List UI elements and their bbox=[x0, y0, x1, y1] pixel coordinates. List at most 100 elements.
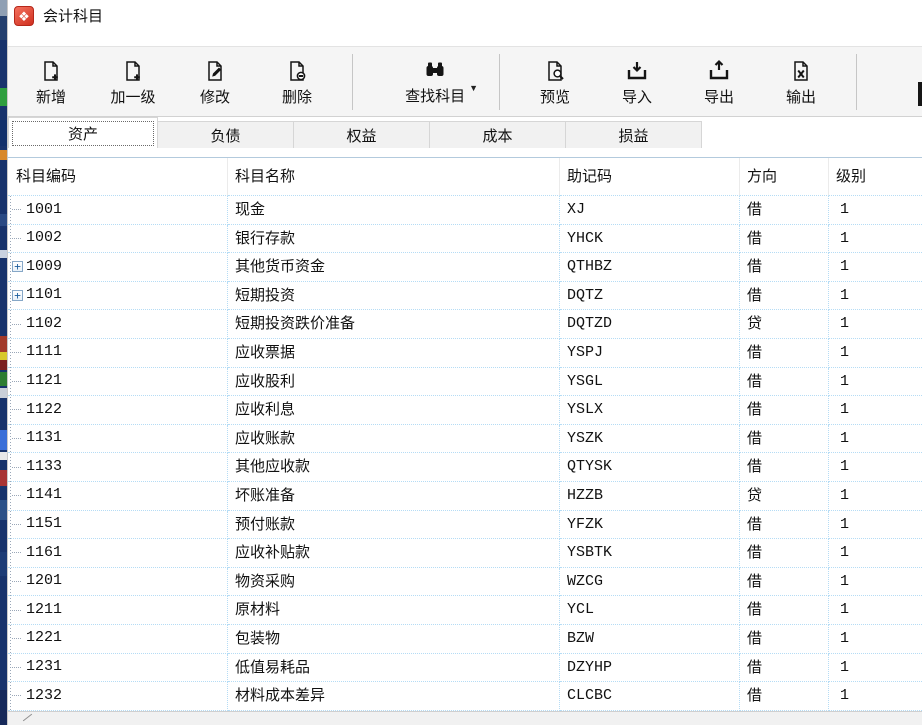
cell-code[interactable]: +1009 bbox=[8, 253, 228, 282]
cell-direction[interactable]: 借 bbox=[740, 625, 829, 654]
column-header-助记码[interactable]: 助记码 bbox=[560, 158, 740, 196]
cell-mnemonic[interactable]: YCL bbox=[560, 596, 740, 625]
cell-direction[interactable]: 借 bbox=[740, 453, 829, 482]
cell-direction[interactable]: 借 bbox=[740, 425, 829, 454]
cell-level[interactable]: 1 bbox=[829, 568, 922, 597]
cell-code[interactable]: 1102 bbox=[8, 310, 228, 339]
cell-mnemonic[interactable]: QTHBZ bbox=[560, 253, 740, 282]
cell-level[interactable]: 1 bbox=[829, 596, 922, 625]
cell-code[interactable]: 1002 bbox=[8, 225, 228, 254]
tab-负债[interactable]: 负债 bbox=[157, 121, 294, 148]
cell-name[interactable]: 短期投资跌价准备 bbox=[228, 310, 560, 339]
cell-name[interactable]: 其他货币资金 bbox=[228, 253, 560, 282]
partial-toolbar-button[interactable] bbox=[918, 82, 922, 106]
table-row[interactable]: 1231低值易耗品DZYHP借1 bbox=[8, 654, 922, 683]
cell-name[interactable]: 原材料 bbox=[228, 596, 560, 625]
expand-icon[interactable]: + bbox=[12, 261, 23, 272]
cell-level[interactable]: 1 bbox=[829, 196, 922, 225]
table-row[interactable]: 1001现金XJ借1 bbox=[8, 196, 922, 225]
export-button[interactable]: 导出 bbox=[678, 51, 760, 113]
table-row[interactable]: 1161应收补贴款YSBTK借1 bbox=[8, 539, 922, 568]
cell-mnemonic[interactable]: YSBTK bbox=[560, 539, 740, 568]
cell-code[interactable]: +1101 bbox=[8, 282, 228, 311]
cell-direction[interactable]: 借 bbox=[740, 568, 829, 597]
cell-code[interactable]: 1221 bbox=[8, 625, 228, 654]
cell-name[interactable]: 其他应收款 bbox=[228, 453, 560, 482]
table-row[interactable]: +1101短期投资DQTZ借1 bbox=[8, 282, 922, 311]
table-row[interactable]: 1221包装物BZW借1 bbox=[8, 625, 922, 654]
cell-name[interactable]: 应收补贴款 bbox=[228, 539, 560, 568]
column-header-科目编码[interactable]: 科目编码 bbox=[8, 158, 228, 196]
table-row[interactable]: 1131应收账款YSZK借1 bbox=[8, 425, 922, 454]
cell-direction[interactable]: 贷 bbox=[740, 482, 829, 511]
cell-level[interactable]: 1 bbox=[829, 425, 922, 454]
cell-code[interactable]: 1231 bbox=[8, 654, 228, 683]
cell-code[interactable]: 1001 bbox=[8, 196, 228, 225]
cell-direction[interactable]: 贷 bbox=[740, 310, 829, 339]
cell-mnemonic[interactable]: CLCBC bbox=[560, 682, 740, 711]
cell-mnemonic[interactable]: QTYSK bbox=[560, 453, 740, 482]
add-level-button[interactable]: 加一级 bbox=[92, 51, 174, 113]
table-row[interactable]: 1232材料成本差异CLCBC借1 bbox=[8, 682, 922, 711]
cell-direction[interactable]: 借 bbox=[740, 282, 829, 311]
cell-code[interactable]: 1131 bbox=[8, 425, 228, 454]
cell-mnemonic[interactable]: YSPJ bbox=[560, 339, 740, 368]
add-button[interactable]: 新增 bbox=[10, 51, 92, 113]
column-header-级别[interactable]: 级别 bbox=[829, 158, 922, 196]
cell-direction[interactable]: 借 bbox=[740, 396, 829, 425]
cell-code[interactable]: 1201 bbox=[8, 568, 228, 597]
cell-mnemonic[interactable]: YSLX bbox=[560, 396, 740, 425]
cell-level[interactable]: 1 bbox=[829, 253, 922, 282]
cell-mnemonic[interactable]: YHCK bbox=[560, 225, 740, 254]
cell-name[interactable]: 应收账款 bbox=[228, 425, 560, 454]
cell-mnemonic[interactable]: HZZB bbox=[560, 482, 740, 511]
column-header-方向[interactable]: 方向 bbox=[740, 158, 829, 196]
cell-code[interactable]: 1111 bbox=[8, 339, 228, 368]
table-row[interactable]: 1151预付账款YFZK借1 bbox=[8, 511, 922, 540]
cell-level[interactable]: 1 bbox=[829, 482, 922, 511]
cell-name[interactable]: 应收股利 bbox=[228, 368, 560, 397]
delete-button[interactable]: 删除 bbox=[256, 51, 338, 113]
cell-code[interactable]: 1141 bbox=[8, 482, 228, 511]
cell-direction[interactable]: 借 bbox=[740, 225, 829, 254]
table-row[interactable]: 1141坏账准备HZZB贷1 bbox=[8, 482, 922, 511]
table-row[interactable]: 1122应收利息YSLX借1 bbox=[8, 396, 922, 425]
tab-权益[interactable]: 权益 bbox=[293, 121, 430, 148]
column-header-科目名称[interactable]: 科目名称 bbox=[228, 158, 560, 196]
output-button[interactable]: 输出 bbox=[760, 51, 842, 113]
cell-mnemonic[interactable]: YFZK bbox=[560, 511, 740, 540]
cell-level[interactable]: 1 bbox=[829, 225, 922, 254]
cell-level[interactable]: 1 bbox=[829, 511, 922, 540]
cell-level[interactable]: 1 bbox=[829, 453, 922, 482]
chevron-down-icon[interactable]: ▼ bbox=[469, 83, 478, 93]
cell-direction[interactable]: 借 bbox=[740, 539, 829, 568]
table-row[interactable]: 1002银行存款YHCK借1 bbox=[8, 225, 922, 254]
cell-direction[interactable]: 借 bbox=[740, 682, 829, 711]
cell-mnemonic[interactable]: XJ bbox=[560, 196, 740, 225]
cell-level[interactable]: 1 bbox=[829, 396, 922, 425]
cell-code[interactable]: 1121 bbox=[8, 368, 228, 397]
cell-name[interactable]: 预付账款 bbox=[228, 511, 560, 540]
cell-mnemonic[interactable]: YSGL bbox=[560, 368, 740, 397]
cell-mnemonic[interactable]: DQTZD bbox=[560, 310, 740, 339]
modify-button[interactable]: 修改 bbox=[174, 51, 256, 113]
cell-name[interactable]: 银行存款 bbox=[228, 225, 560, 254]
preview-button[interactable]: 预览 bbox=[514, 51, 596, 113]
cell-level[interactable]: 1 bbox=[829, 625, 922, 654]
cell-code[interactable]: 1122 bbox=[8, 396, 228, 425]
cell-direction[interactable]: 借 bbox=[740, 368, 829, 397]
cell-direction[interactable]: 借 bbox=[740, 511, 829, 540]
cell-direction[interactable]: 借 bbox=[740, 596, 829, 625]
tab-损益[interactable]: 损益 bbox=[565, 121, 702, 148]
tab-成本[interactable]: 成本 bbox=[429, 121, 566, 148]
table-row[interactable]: 1102短期投资跌价准备DQTZD贷1 bbox=[8, 310, 922, 339]
cell-name[interactable]: 短期投资 bbox=[228, 282, 560, 311]
find-subject-button[interactable]: 查找科目▼ bbox=[367, 51, 485, 113]
cell-level[interactable]: 1 bbox=[829, 339, 922, 368]
cell-direction[interactable]: 借 bbox=[740, 654, 829, 683]
import-button[interactable]: 导入 bbox=[596, 51, 678, 113]
cell-code[interactable]: 1211 bbox=[8, 596, 228, 625]
cell-level[interactable]: 1 bbox=[829, 310, 922, 339]
cell-mnemonic[interactable]: YSZK bbox=[560, 425, 740, 454]
cell-level[interactable]: 1 bbox=[829, 682, 922, 711]
